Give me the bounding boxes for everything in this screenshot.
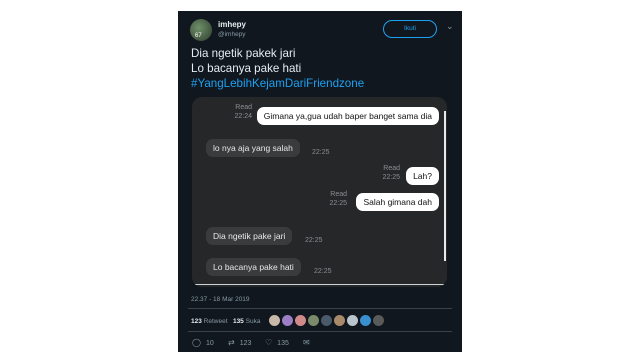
like-action-count: 135 (277, 340, 289, 347)
liker-avatar[interactable] (320, 314, 333, 327)
chat-scrollbar[interactable] (444, 111, 446, 261)
divider (192, 284, 447, 285)
liker-avatar[interactable] (372, 314, 385, 327)
message-time: 22:25 (305, 237, 323, 244)
retweet-label[interactable]: Retweet (204, 318, 228, 325)
hashtag-link[interactable]: #YangLebihKejamDariFriendzone (191, 76, 453, 91)
retweet-icon: ⇄ (228, 338, 235, 347)
user-handle[interactable]: @imhepy (218, 31, 246, 38)
tweet-text-line-2: Lo bacanya pake hati (191, 62, 302, 75)
share-action[interactable]: ✉ (303, 338, 315, 347)
follow-button[interactable]: Ikuti (383, 20, 437, 38)
engagement-stats: 123 Retweet 135 Suka (191, 318, 260, 325)
like-label[interactable]: Suka (246, 318, 261, 325)
message-bubble-sent: Salah gimana dah (356, 193, 439, 211)
like-action[interactable]: ♡ 135 (265, 338, 289, 347)
message-bubble-sent: Lah? (406, 167, 439, 185)
liker-avatar[interactable] (359, 314, 372, 327)
read-receipt: Read 22:25 (329, 191, 347, 207)
retweet-action[interactable]: ⇄ 123 (228, 338, 251, 347)
tweet-card: 67 imhepy @imhepy Ikuti ⌄ Dia ngetik pak… (178, 11, 462, 352)
avatar[interactable]: 67 (190, 19, 212, 41)
read-receipt: Read 22:25 (382, 165, 400, 181)
chat-screenshot[interactable]: Read 22:24 Gimana ya,gua udah baper bange… (192, 97, 447, 287)
retweet-count[interactable]: 123 (191, 318, 202, 325)
message-time: 22:25 (312, 149, 330, 156)
divider (188, 331, 452, 332)
heart-icon: ♡ (265, 338, 273, 347)
divider (188, 308, 452, 309)
message-bubble-received: lo nya aja yang salah (206, 139, 300, 157)
reply-count: 10 (205, 340, 214, 347)
tweet-timestamp[interactable]: 22.37 - 18 Mar 2019 (191, 296, 250, 303)
mail-icon: ✉ (303, 338, 310, 347)
message-time: 22:25 (314, 268, 332, 275)
user-name[interactable]: imhepy (218, 20, 246, 29)
like-count[interactable]: 135 (233, 318, 244, 325)
reply-icon: ◯ (192, 338, 201, 347)
liker-avatar[interactable] (346, 314, 359, 327)
tweet-text-line-1: Dia ngetik pakek jari (191, 47, 296, 60)
liker-avatar[interactable] (307, 314, 320, 327)
message-bubble-received: Lo bacanya pake hati (206, 258, 301, 276)
liker-avatar[interactable] (268, 314, 281, 327)
message-bubble-sent: Gimana ya,gua udah baper banget sama dia (256, 107, 439, 125)
avatar-tag: 67 (195, 33, 202, 39)
liker-avatar[interactable] (294, 314, 307, 327)
reply-action[interactable]: ◯ 10 (192, 338, 214, 347)
read-receipt: Read 22:24 (234, 104, 252, 120)
chevron-down-icon[interactable]: ⌄ (446, 21, 454, 32)
retweet-action-count: 123 (239, 340, 252, 347)
liker-avatar[interactable] (333, 314, 346, 327)
message-bubble-received: Dia ngetik pake jari (206, 227, 293, 245)
liker-avatar[interactable] (281, 314, 294, 327)
